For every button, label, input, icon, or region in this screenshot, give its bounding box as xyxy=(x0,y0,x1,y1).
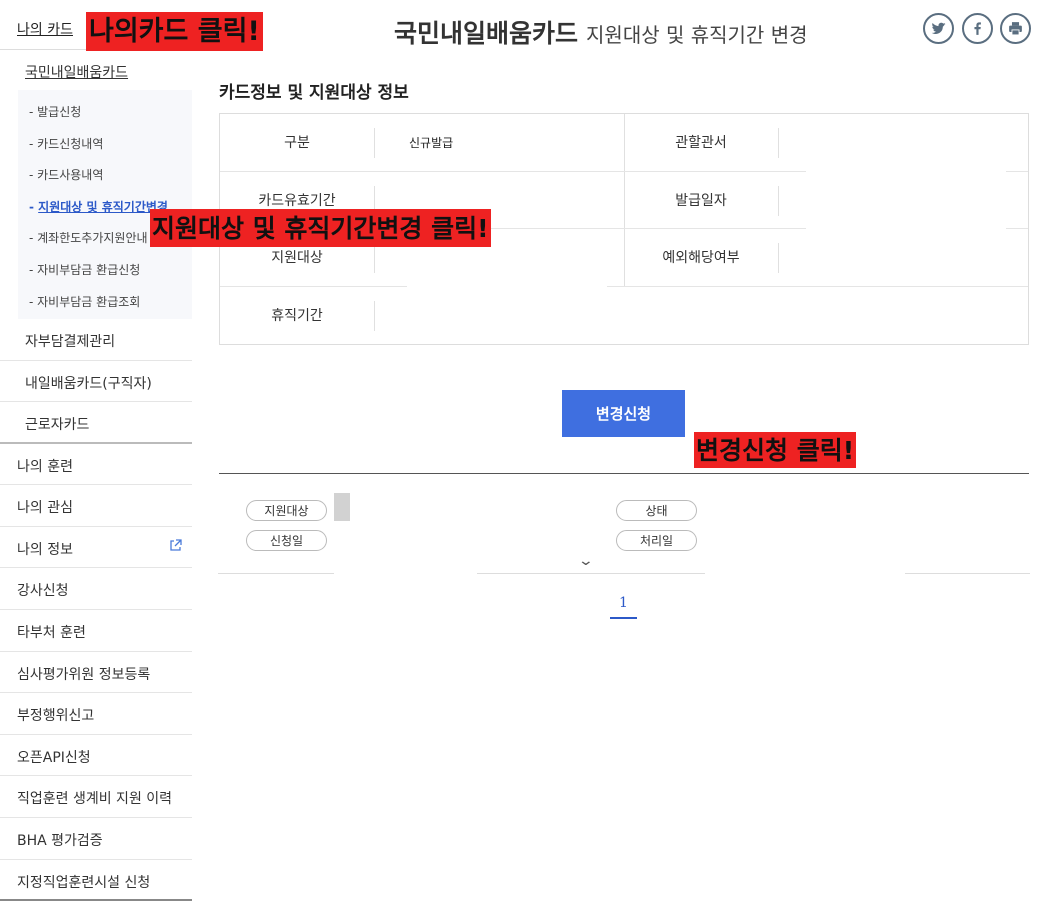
sidebar-item-my-info[interactable]: 나의 정보 xyxy=(0,527,192,569)
sidebar-item-misconduct-report[interactable]: 부정행위신고 xyxy=(0,693,192,735)
label-category: 구분 xyxy=(284,135,310,152)
filter-pill-apply-date[interactable]: 신청일 xyxy=(246,530,327,551)
placeholder-block xyxy=(334,493,350,521)
sidebar-item-my-training[interactable]: 나의 훈련 xyxy=(0,444,192,486)
sidebar-item-reviewer-register[interactable]: 심사평가위원 정보등록 xyxy=(0,652,192,694)
sidebar-item-instructor-apply[interactable]: 강사신청 xyxy=(0,568,192,611)
info-row: 휴직기간 xyxy=(220,287,1028,345)
sidebar-item-living-support[interactable]: 직업훈련 생계비 지원 이력 xyxy=(0,776,192,818)
section-divider xyxy=(219,473,1029,474)
page-title: 국민내일배움카드 지원대상 및 휴직기간 변경 xyxy=(394,14,808,50)
divider xyxy=(778,185,779,216)
filter-pill-process-date[interactable]: 처리일 xyxy=(616,530,697,551)
sidebar-item-bha[interactable]: BHA 평가검증 xyxy=(0,818,192,860)
external-link-icon xyxy=(169,539,182,556)
masked-area xyxy=(806,171,1006,286)
annotation-click-my-card: 나의카드 클릭! xyxy=(86,12,263,51)
twitter-icon[interactable] xyxy=(923,13,954,44)
label-office: 관할관서 xyxy=(675,135,727,152)
info-row: 구분 신규발급 관할관서 xyxy=(220,114,1028,172)
submenu-item-issue[interactable]: - 발급신청 xyxy=(18,94,192,126)
annotation-click-change-request: 변경신청 클릭! xyxy=(694,432,857,468)
submenu-item-label: 지원대상 및 휴직기간변경 xyxy=(38,199,168,214)
masked-area xyxy=(407,286,607,344)
sidebar: 나의 카드 국민내일배움카드 - 발급신청 - 카드신청내역 - 카드사용내역 … xyxy=(0,0,192,902)
section-title: 카드정보 및 지원대상 정보 xyxy=(219,83,409,103)
sidebar-item-jobseeker-card[interactable]: 내일배움카드(구직자) xyxy=(0,361,192,403)
sidebar-item-self-payment[interactable]: 자부담결제관리 xyxy=(0,319,192,361)
sidebar-item-worker-card[interactable]: 근로자카드 xyxy=(0,402,192,444)
sidebar-item-other-ministry[interactable]: 타부처 훈련 xyxy=(0,610,192,652)
label-issue-date: 발급일자 xyxy=(675,192,727,209)
divider xyxy=(778,128,779,158)
annotation-click-change-target: 지원대상 및 휴직기간변경 클릭! xyxy=(150,209,491,247)
pagination-current-page[interactable]: 1 xyxy=(610,595,637,619)
change-request-button[interactable]: 변경신청 xyxy=(562,390,685,437)
page-title-main: 국민내일배움카드 xyxy=(394,19,579,48)
sidebar-item-label: 국민내일배움카드 xyxy=(25,65,129,81)
print-icon[interactable] xyxy=(1000,13,1031,44)
divider xyxy=(374,300,375,331)
sidebar-submenu: - 발급신청 - 카드신청내역 - 카드사용내역 - 지원대상 및 휴직기간변경… xyxy=(18,90,192,320)
list-bottom-line xyxy=(477,573,705,574)
list-bottom-line xyxy=(218,573,334,574)
filter-pill-status[interactable]: 상태 xyxy=(616,500,697,521)
sidebar-item-facility-apply[interactable]: 지정직업훈련시설 신청 xyxy=(0,860,192,902)
submenu-item-refund-request[interactable]: - 자비부담금 환급신청 xyxy=(18,252,192,284)
submenu-item-usage-history[interactable]: - 카드사용내역 xyxy=(18,157,192,189)
filter-pill-target[interactable]: 지원대상 xyxy=(246,500,327,521)
submenu-item-prefix: - xyxy=(29,199,39,214)
label-leave-period: 휴직기간 xyxy=(271,308,323,325)
sidebar-item-national-card[interactable]: 국민내일배움카드 xyxy=(0,50,192,90)
chevron-down-icon[interactable]: ⌄ xyxy=(578,553,594,569)
divider xyxy=(374,243,375,273)
submenu-item-application-history[interactable]: - 카드신청내역 xyxy=(18,126,192,158)
value-category: 신규발급 xyxy=(409,135,454,150)
divider xyxy=(374,128,375,158)
submenu-item-refund-inquiry[interactable]: - 자비부담금 환급조회 xyxy=(18,284,192,316)
divider xyxy=(778,243,779,273)
list-bottom-line xyxy=(905,573,1030,574)
sidebar-item-my-interest[interactable]: 나의 관심 xyxy=(0,485,192,527)
page-subtitle: 지원대상 및 휴직기간 변경 xyxy=(586,23,808,47)
label-exception: 예외해당여부 xyxy=(662,250,740,267)
sidebar-my-card-label: 나의 카드 xyxy=(17,22,73,38)
sidebar-item-open-api[interactable]: 오픈API신청 xyxy=(0,735,192,777)
facebook-icon[interactable] xyxy=(962,13,993,44)
sidebar-item-label: 나의 정보 xyxy=(17,541,73,558)
